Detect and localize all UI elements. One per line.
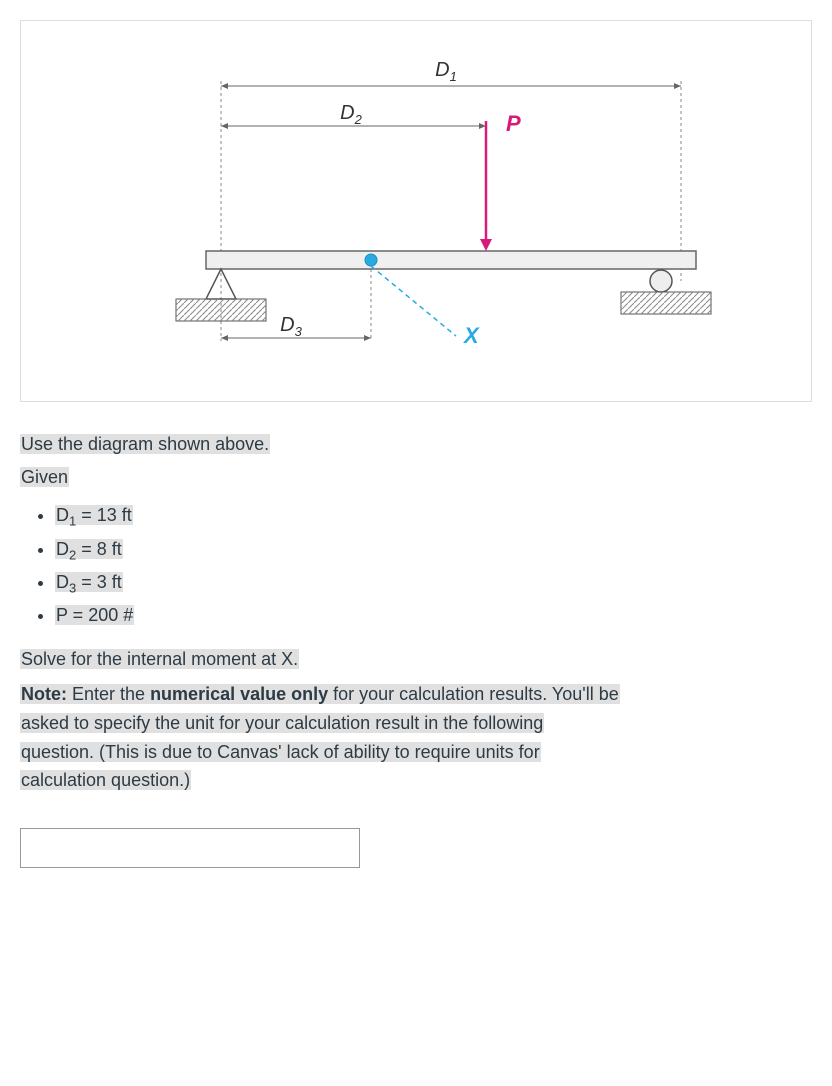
label-d3: D3 [280, 314, 302, 339]
label-d1: D1 [435, 59, 457, 84]
given-d3: D3 = 3 ft [55, 567, 812, 600]
label-p: P [506, 111, 521, 136]
label-x: X [462, 323, 480, 348]
beam-diagram: D1 D2 P X [20, 20, 812, 402]
solve-text: Solve for the internal moment at X. [20, 647, 812, 672]
given-list: D1 = 13 ft D2 = 8 ft D3 = 3 ft P = 200 # [20, 500, 812, 632]
given-p: P = 200 # [55, 600, 812, 632]
label-d2: D2 [340, 102, 362, 127]
note-text: Note: Enter the numerical value only for… [20, 680, 812, 795]
given-label: Given [20, 465, 812, 490]
diagram-svg: D1 D2 P X [106, 51, 726, 381]
instruction-text: Use the diagram shown above. [20, 432, 812, 457]
given-d1: D1 = 13 ft [55, 500, 812, 533]
given-d2: D2 = 8 ft [55, 534, 812, 567]
answer-input[interactable] [20, 828, 360, 868]
